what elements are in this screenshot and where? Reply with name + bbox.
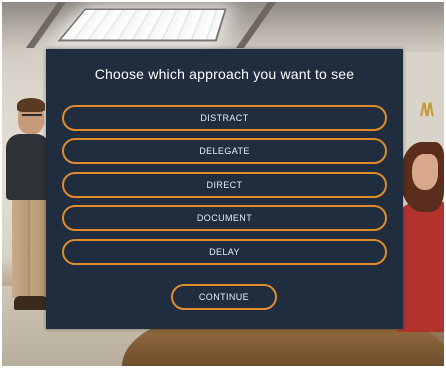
option-delegate-button[interactable]: DELEGATE	[62, 138, 387, 164]
character-man-hair	[17, 98, 45, 112]
option-document-button[interactable]: DOCUMENT	[62, 205, 387, 231]
continue-label: CONTINUE	[198, 292, 250, 302]
option-label: DIRECT	[206, 180, 243, 190]
character-woman-face	[412, 154, 438, 190]
wall-art: /\/\	[419, 100, 434, 120]
character-man-legs	[12, 198, 46, 298]
character-man-glasses	[22, 114, 42, 119]
option-direct-button[interactable]: DIRECT	[62, 172, 387, 198]
character-man-shoes	[14, 296, 48, 310]
continue-button[interactable]: CONTINUE	[171, 284, 277, 310]
character-woman-body	[398, 202, 444, 332]
character-man-torso	[6, 134, 50, 200]
option-label: DELEGATE	[199, 146, 250, 156]
option-label: DELAY	[209, 247, 240, 257]
option-label: DISTRACT	[200, 113, 249, 123]
ceiling-light	[57, 8, 227, 42]
choice-dialog: Choose which approach you want to see DI…	[46, 49, 403, 329]
option-label: DOCUMENT	[196, 213, 253, 223]
dialog-title: Choose which approach you want to see	[94, 66, 355, 82]
option-distract-button[interactable]: DISTRACT	[62, 105, 387, 131]
option-delay-button[interactable]: DELAY	[62, 239, 387, 265]
